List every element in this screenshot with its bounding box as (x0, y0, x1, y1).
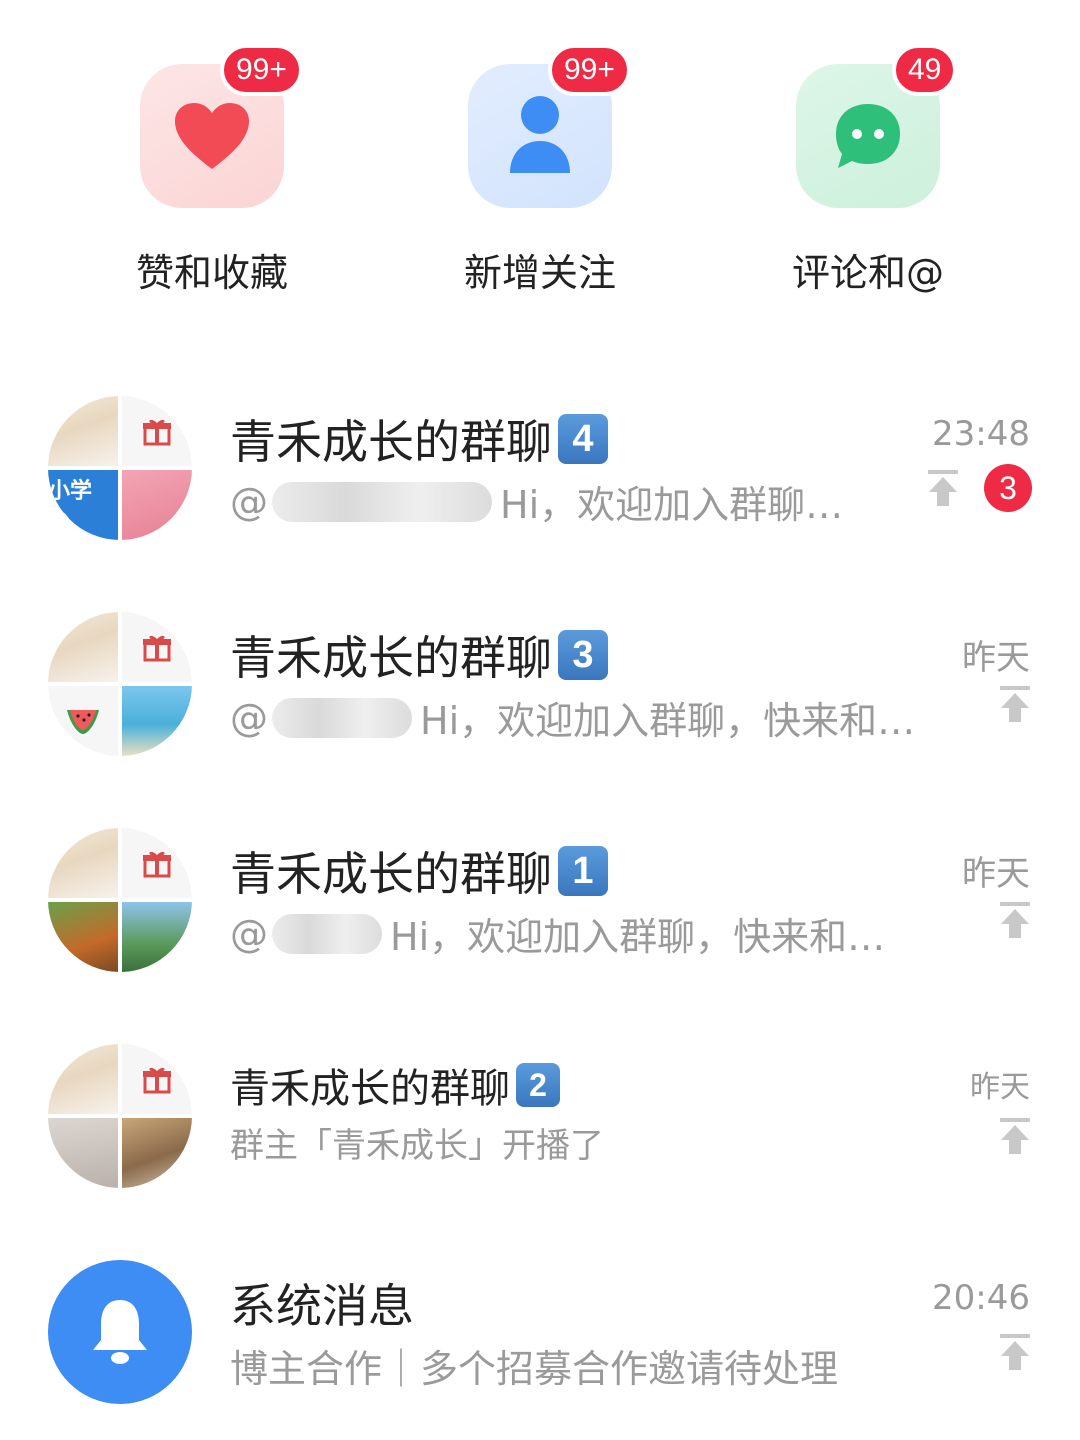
chat-preview: Hi，欢迎加入群聊，快来和… (390, 915, 886, 959)
chat-title-line: 青禾成长的群聊 2 (230, 1056, 560, 1114)
group-avatar (48, 1044, 192, 1188)
member-avatar (122, 470, 192, 540)
chat-time: 昨天 (962, 854, 1030, 894)
chat-title-line: 青禾成长的群聊 1 (230, 838, 608, 904)
person-icon (510, 96, 570, 173)
member-avatar (122, 902, 192, 972)
member-avatar (48, 396, 118, 466)
bell-icon (93, 1300, 147, 1364)
heart-icon (175, 103, 249, 169)
member-avatar (122, 686, 192, 756)
watermelon-icon (48, 686, 118, 756)
chat-time: 23:48 (932, 414, 1030, 454)
mention-prefix: @ (230, 479, 268, 524)
new-followers-shortcut[interactable]: 99+ 新增关注 (440, 44, 640, 302)
gift-icon (122, 1044, 192, 1114)
comments-count-badge: 49 (892, 44, 958, 96)
comments-label: 评论和@ (791, 251, 944, 295)
member-avatar (48, 902, 118, 972)
chat-bubble-icon (836, 104, 900, 168)
chat-title-line: 系统消息 (230, 1270, 414, 1336)
unread-count-badge: 3 (984, 464, 1032, 512)
notification-shortcuts: 99+ 赞和收藏 99+ 新增关注 49 评论和@ (0, 0, 1080, 330)
member-avatar: 小学 尖 (48, 470, 118, 540)
chat-row[interactable]: 青禾成长的群聊 1 @ Hi，欢迎加入群聊，快来和… 昨天 (0, 828, 1080, 978)
pin-top-icon[interactable] (998, 1116, 1032, 1156)
chat-title-line: 青禾成长的群聊 3 (230, 622, 608, 688)
followers-label: 新增关注 (463, 251, 616, 295)
chat-preview-line: 群主「青禾成长」开播了 (230, 1118, 604, 1167)
chat-time: 20:46 (932, 1278, 1030, 1318)
system-avatar (48, 1260, 192, 1404)
member-avatar (48, 828, 118, 898)
chat-preview-line: @ Hi，欢迎加入群聊… (230, 474, 843, 529)
chat-time: 昨天 (962, 638, 1030, 678)
chat-preview-line: @ Hi，欢迎加入群聊，快来和… (230, 690, 915, 745)
chat-preview-line: @ Hi，欢迎加入群聊，快来和… (230, 906, 885, 961)
member-avatar (48, 1118, 118, 1188)
chat-row[interactable]: 青禾成长的群聊 2 群主「青禾成长」开播了 昨天 (0, 1044, 1080, 1194)
member-avatar (48, 612, 118, 682)
member-avatar (48, 1044, 118, 1114)
blurred-name (272, 913, 382, 954)
pin-top-icon[interactable] (998, 900, 1032, 940)
group-avatar (48, 612, 192, 756)
chat-preview: Hi，欢迎加入群聊… (500, 483, 844, 527)
chat-time: 昨天 (970, 1070, 1030, 1105)
chat-preview-line: 博主合作｜多个招募合作邀请待处理 (230, 1338, 838, 1393)
group-avatar (48, 828, 192, 972)
mention-prefix: @ (230, 911, 268, 956)
system-messages-row[interactable]: 系统消息 博主合作｜多个招募合作邀请待处理 20:46 (0, 1260, 1080, 1410)
pin-top-icon[interactable] (998, 684, 1032, 724)
group-number-badge: 4 (558, 414, 608, 464)
group-avatar: 小学 尖 (48, 396, 192, 540)
chat-title: 青禾成长的群聊 (230, 1066, 510, 1112)
messages-page: 99+ 赞和收藏 99+ 新增关注 49 评论和@ 小学 尖 青禾成长的群聊 4… (0, 0, 1080, 1440)
pin-top-icon[interactable] (998, 1332, 1032, 1372)
comments-and-mentions-shortcut[interactable]: 49 评论和@ (768, 44, 968, 302)
chat-title: 青禾成长的群聊 (230, 847, 552, 901)
chat-title-line: 青禾成长的群聊 4 (230, 406, 608, 472)
blurred-name (272, 481, 492, 522)
chat-row[interactable]: 小学 尖 青禾成长的群聊 4 @ Hi，欢迎加入群聊… 23:48 3 (0, 396, 1080, 546)
chat-preview: Hi，欢迎加入群聊，快来和… (420, 699, 916, 743)
group-number-badge: 1 (558, 846, 608, 896)
chat-preview: 群主「青禾成长」开播了 (230, 1126, 604, 1166)
chat-preview: 博主合作｜多个招募合作邀请待处理 (230, 1347, 839, 1391)
group-number-badge: 2 (516, 1063, 560, 1107)
chat-title: 系统消息 (230, 1279, 414, 1333)
chat-title: 青禾成长的群聊 (230, 631, 552, 685)
likes-label: 赞和收藏 (135, 251, 288, 295)
pin-top-icon[interactable] (926, 468, 960, 508)
chat-row[interactable]: 青禾成长的群聊 3 @ Hi，欢迎加入群聊，快来和… 昨天 (0, 612, 1080, 762)
likes-and-favorites-shortcut[interactable]: 99+ 赞和收藏 (112, 44, 312, 302)
group-number-badge: 3 (558, 630, 608, 680)
chat-title: 青禾成长的群聊 (230, 415, 552, 469)
mention-prefix: @ (230, 695, 268, 740)
blurred-name (272, 697, 412, 738)
member-avatar (122, 1118, 192, 1188)
likes-count-badge: 99+ (220, 44, 303, 96)
gift-icon (122, 828, 192, 898)
followers-count-badge: 99+ (548, 44, 631, 96)
gift-icon (122, 612, 192, 682)
gift-icon (122, 396, 192, 466)
